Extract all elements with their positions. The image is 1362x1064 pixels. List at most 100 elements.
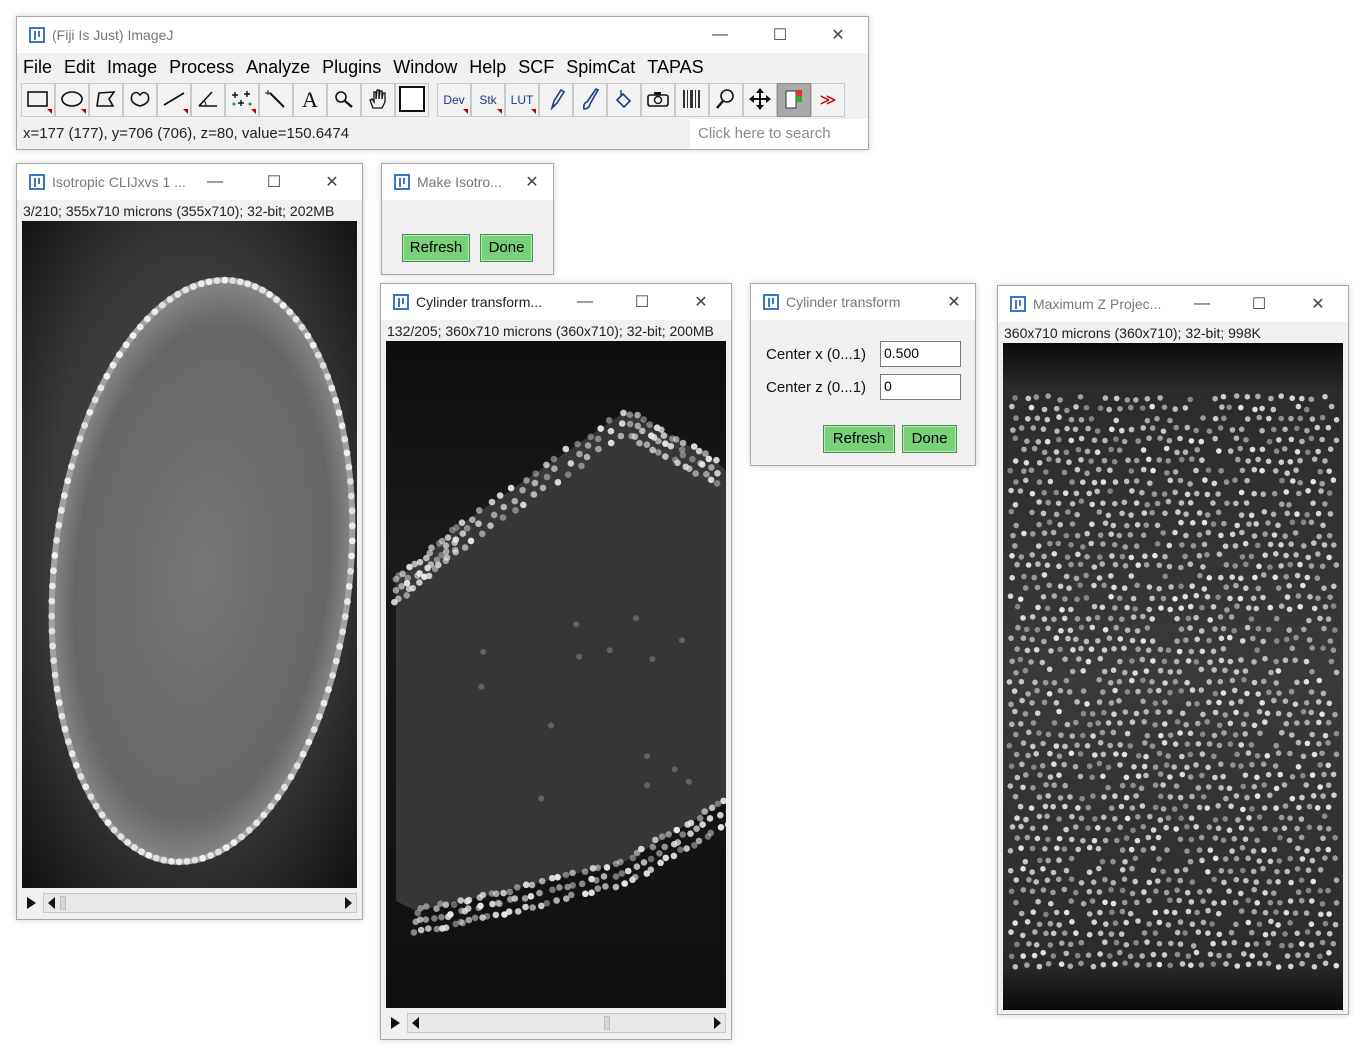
stk-menu-tool[interactable]: Stk (471, 83, 505, 117)
menu-plugins[interactable]: Plugins (316, 57, 387, 78)
done-button[interactable]: Done (902, 425, 957, 453)
text-tool[interactable]: A (293, 83, 327, 117)
maximize-button[interactable]: ☐ (619, 284, 665, 320)
nucleus-dot (1123, 478, 1130, 485)
angle-tool[interactable] (191, 83, 225, 117)
nucleus-dot (1091, 479, 1098, 486)
nucleus-dot (689, 455, 696, 463)
close-button[interactable]: ✕ (815, 17, 861, 53)
flood-fill-tool[interactable] (607, 83, 641, 117)
main-titlebar[interactable]: (Fiji Is Just) ImageJ — ☐ ✕ (17, 17, 868, 53)
nucleus-dot (1255, 456, 1261, 463)
scroll-left-icon[interactable] (48, 897, 55, 909)
isotropic-titlebar[interactable]: Isotropic CLIJxvs 1 ... — ☐ ✕ (17, 164, 362, 200)
nucleus-dot (1056, 772, 1062, 778)
play-icon[interactable] (391, 1017, 400, 1029)
nucleus-dot (1210, 521, 1217, 527)
menu-scf[interactable]: SCF (512, 57, 560, 78)
pencil-tool[interactable] (539, 83, 573, 117)
make-isotropic-titlebar[interactable]: Make Isotro... ✕ (382, 164, 553, 200)
dev-menu-tool[interactable]: Dev (437, 83, 471, 117)
minimize-button[interactable]: — (562, 284, 608, 320)
close-button[interactable]: ✕ (931, 284, 977, 320)
nucleus-dot (1096, 760, 1103, 767)
menu-help[interactable]: Help (463, 57, 512, 78)
freehand-icon (128, 89, 152, 112)
nucleus-dot (1116, 532, 1123, 539)
cylinder-dialog-titlebar[interactable]: Cylinder transform ✕ (751, 284, 975, 320)
menu-spimcat[interactable]: SpimCat (560, 57, 641, 78)
image-canvas[interactable] (22, 221, 357, 888)
image-canvas[interactable] (386, 341, 726, 1008)
magnifier-tool[interactable] (327, 83, 361, 117)
wand-tool[interactable] (259, 83, 293, 117)
close-button[interactable]: ✕ (309, 164, 355, 200)
nucleus-dot (1245, 897, 1251, 904)
center-z-field[interactable]: 0 (880, 374, 961, 400)
image-canvas[interactable] (1003, 343, 1343, 1010)
nucleus-dot (1096, 889, 1103, 895)
nucleus-dot (1308, 396, 1315, 402)
nucleus-dot (1299, 438, 1305, 445)
cylinder-image-titlebar[interactable]: Cylinder transform... — ☐ ✕ (381, 284, 731, 320)
scroll-thumb[interactable] (604, 1016, 610, 1030)
center-x-field[interactable]: 0.500 (880, 341, 961, 367)
nucleus-dot (1262, 890, 1268, 896)
hand-tool[interactable] (361, 83, 395, 117)
barcode-tool[interactable] (675, 83, 709, 117)
scroll-thumb[interactable] (60, 896, 66, 910)
maximize-button[interactable]: ☐ (1236, 286, 1282, 322)
more-tools-button[interactable]: ≫ (811, 83, 845, 117)
close-button[interactable]: ✕ (509, 164, 555, 200)
move-tool[interactable] (743, 83, 777, 117)
max-projection-titlebar[interactable]: Maximum Z Projec... — ☐ ✕ (998, 286, 1348, 322)
search-field[interactable]: Click here to search (690, 119, 868, 149)
nucleus-dot (1013, 751, 1020, 758)
close-button[interactable]: ✕ (1295, 286, 1341, 322)
scroll-right-icon[interactable] (345, 897, 352, 909)
brush-tool[interactable] (573, 83, 607, 117)
embryo-slice-image (22, 221, 357, 888)
menu-analyze[interactable]: Analyze (240, 57, 316, 78)
nucleus-dot (1084, 743, 1091, 749)
multipoint-tool[interactable] (225, 83, 259, 117)
rectangle-tool[interactable] (21, 83, 55, 117)
oval-tool[interactable] (55, 83, 89, 117)
minimize-button[interactable]: — (697, 17, 743, 53)
menu-window[interactable]: Window (387, 57, 463, 78)
nucleus-dot (1012, 793, 1019, 800)
nucleus-dot (1080, 837, 1086, 844)
menu-edit[interactable]: Edit (58, 57, 101, 78)
slice-scrollbar[interactable] (407, 1013, 726, 1033)
menu-image[interactable]: Image (101, 57, 163, 78)
maximize-button[interactable]: ☐ (757, 17, 803, 53)
magnifying-glass-tool[interactable] (709, 83, 743, 117)
nucleus-dot (1152, 930, 1159, 936)
menu-file[interactable]: File (17, 57, 58, 78)
color-picker-tool[interactable] (395, 83, 429, 117)
minimize-button[interactable]: — (1179, 286, 1225, 322)
menu-tapas[interactable]: TAPAS (641, 57, 709, 78)
nucleus-dot (511, 895, 519, 902)
nucleus-dot (1166, 877, 1172, 883)
nucleus-dot (1020, 887, 1027, 893)
menu-process[interactable]: Process (163, 57, 240, 78)
slice-scrollbar[interactable] (43, 893, 357, 913)
refresh-button[interactable]: Refresh (823, 425, 895, 453)
nucleus-dot (1282, 931, 1288, 937)
color-swatch-tool[interactable] (777, 83, 811, 117)
scroll-right-icon[interactable] (714, 1017, 721, 1029)
done-button[interactable]: Done (480, 234, 533, 262)
camera-tool[interactable] (641, 83, 675, 117)
minimize-button[interactable]: — (192, 164, 238, 200)
freehand-tool[interactable] (123, 83, 157, 117)
play-icon[interactable] (27, 897, 36, 909)
polygon-tool[interactable] (89, 83, 123, 117)
scroll-left-icon[interactable] (412, 1017, 419, 1029)
refresh-button[interactable]: Refresh (402, 234, 470, 262)
nucleus-dot (422, 916, 430, 923)
maximize-button[interactable]: ☐ (251, 164, 297, 200)
line-tool[interactable] (157, 83, 191, 117)
lut-menu-tool[interactable]: LUT (505, 83, 539, 117)
close-button[interactable]: ✕ (678, 284, 724, 320)
